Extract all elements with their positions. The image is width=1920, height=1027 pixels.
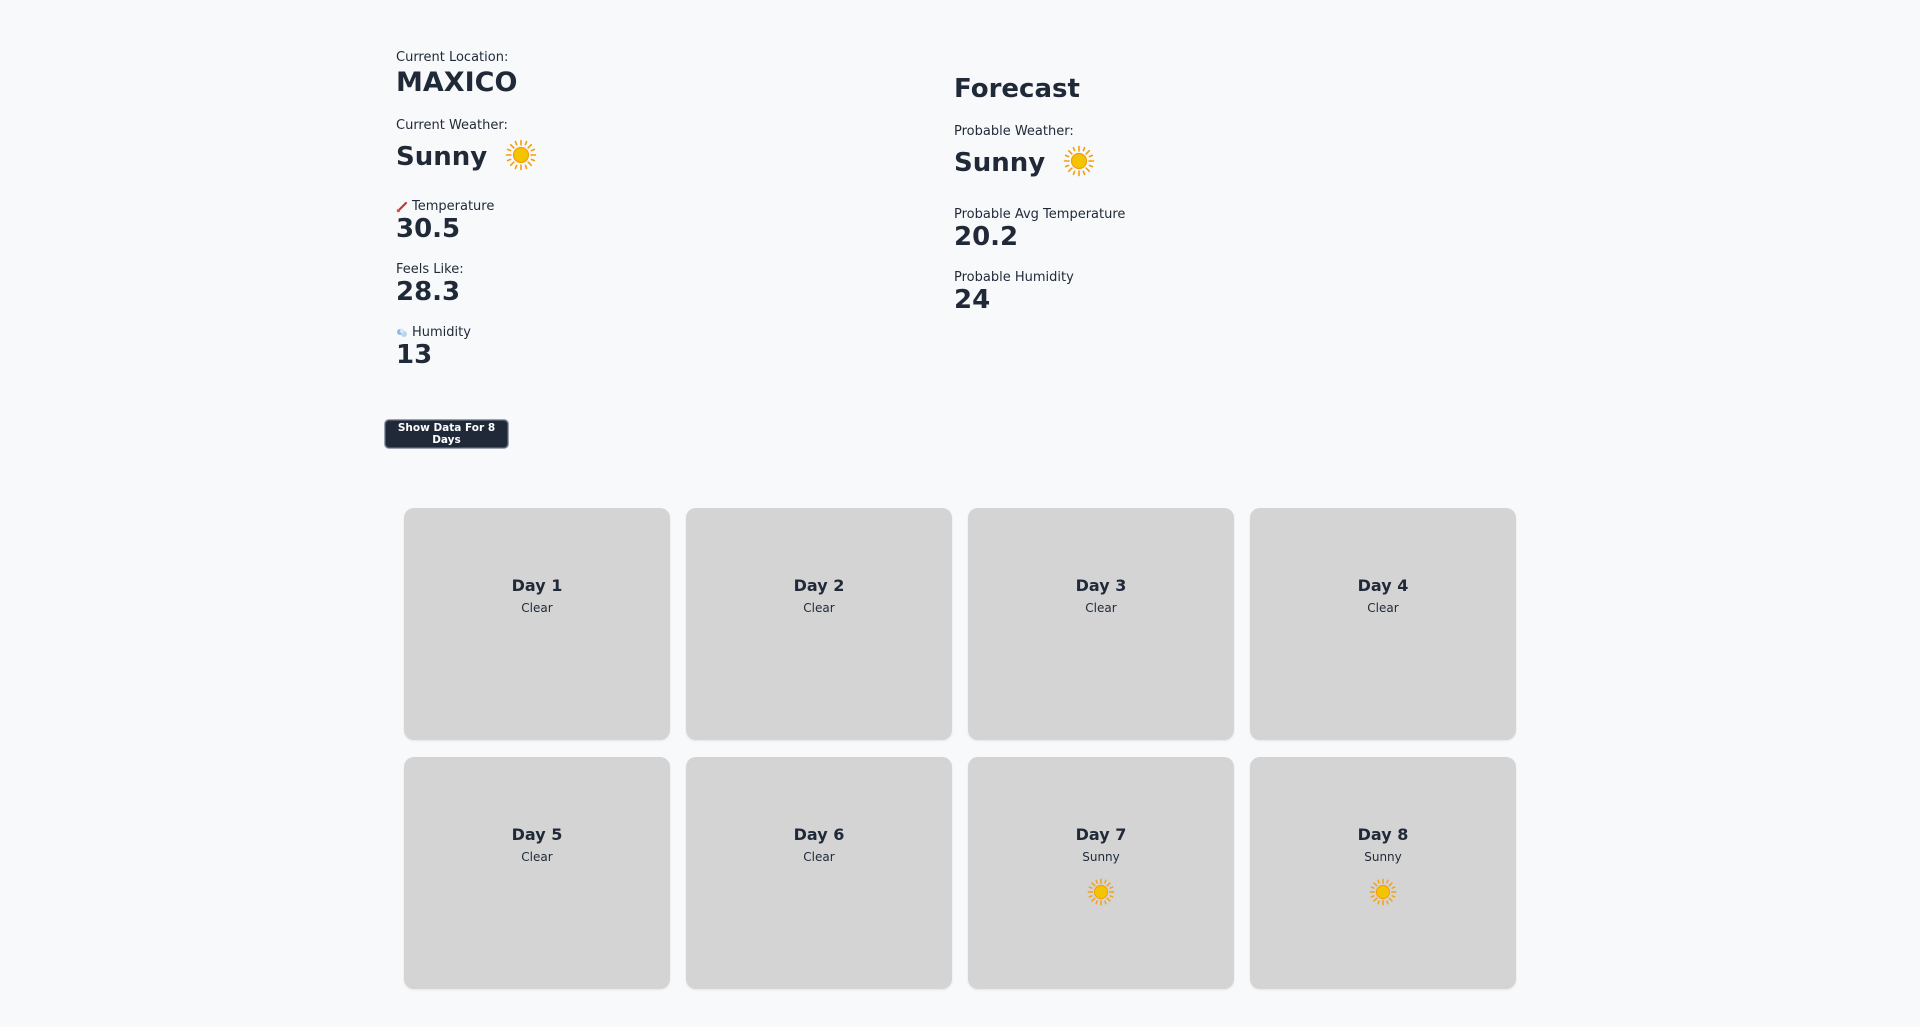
humidity-value: 13 (396, 340, 433, 370)
forecast-title: Forecast (954, 74, 1080, 104)
current-location: MAXICO (396, 67, 518, 98)
probable-weather-value: Sunny (954, 148, 1046, 178)
thermometer-icon (396, 201, 408, 213)
temperature-label-row: Temperature (396, 199, 896, 214)
day-card[interactable]: Day 7 Sunny (968, 757, 1234, 989)
humidity-label-row: Humidity (396, 325, 896, 340)
day-card[interactable]: Day 5 Clear (404, 757, 670, 989)
day-name: Day 5 (511, 825, 563, 844)
feels-like-value: 28.3 (396, 277, 461, 307)
moon-icon (1369, 629, 1397, 657)
day-card[interactable]: Day 8 Sunny (1250, 757, 1516, 989)
forecast-days-grid: Day 1 Clear Day 2 Clear Day 3 Clear Day … (404, 508, 1516, 989)
day-condition: Clear (1367, 601, 1399, 615)
day-name: Day 2 (793, 576, 845, 595)
sun-icon (1087, 878, 1115, 906)
day-condition: Clear (803, 850, 835, 864)
forecast-panel: Forecast Probable Weather: Sunny Probabl… (954, 74, 1454, 315)
moon-icon (805, 878, 833, 906)
day-name: Day 3 (1075, 576, 1127, 595)
weather-app: Current Location: MAXICO Current Weather… (0, 0, 1920, 1027)
current-weather-label: Current Weather: (396, 118, 508, 133)
day-name: Day 7 (1075, 825, 1127, 844)
probable-avg-temp-label: Probable Avg Temperature (954, 207, 1126, 222)
probable-weather-row: Sunny (954, 145, 1454, 181)
sun-icon (1063, 145, 1095, 181)
moon-icon (523, 629, 551, 657)
day-card[interactable]: Day 1 Clear (404, 508, 670, 740)
moon-icon (805, 629, 833, 657)
temperature-value: 30.5 (396, 214, 461, 244)
probable-humidity-label: Probable Humidity (954, 270, 1074, 285)
humidity-icon (396, 327, 408, 339)
day-condition: Sunny (1082, 850, 1120, 864)
day-name: Day 1 (511, 576, 563, 595)
day-name: Day 4 (1357, 576, 1409, 595)
current-weather-row: Sunny (396, 139, 896, 175)
day-condition: Clear (521, 850, 553, 864)
sun-icon (1369, 878, 1397, 906)
current-location-label: Current Location: (396, 50, 509, 65)
day-card[interactable]: Day 3 Clear (968, 508, 1234, 740)
sun-icon (505, 139, 537, 175)
temperature-label: Temperature (412, 199, 495, 214)
day-condition: Clear (521, 601, 553, 615)
day-condition: Sunny (1364, 850, 1402, 864)
day-name: Day 8 (1357, 825, 1409, 844)
feels-like-label: Feels Like: (396, 262, 464, 277)
current-weather-panel: Current Location: MAXICO Current Weather… (396, 50, 896, 370)
probable-weather-label: Probable Weather: (954, 124, 1074, 139)
day-card[interactable]: Day 2 Clear (686, 508, 952, 740)
day-condition: Clear (803, 601, 835, 615)
day-card[interactable]: Day 4 Clear (1250, 508, 1516, 740)
humidity-label: Humidity (412, 325, 471, 340)
probable-avg-temp-value: 20.2 (954, 222, 1019, 252)
current-weather-value: Sunny (396, 142, 488, 172)
probable-humidity-value: 24 (954, 285, 991, 315)
show-8-days-button[interactable]: Show Data For 8 Days (385, 420, 508, 448)
moon-icon (523, 878, 551, 906)
day-condition: Clear (1085, 601, 1117, 615)
day-name: Day 6 (793, 825, 845, 844)
day-card[interactable]: Day 6 Clear (686, 757, 952, 989)
moon-icon (1087, 629, 1115, 657)
